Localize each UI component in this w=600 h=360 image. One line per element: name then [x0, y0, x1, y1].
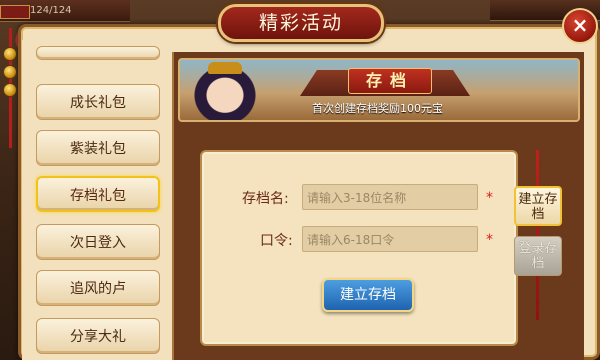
activity-sidebar: 成长礼包 紫装礼包 存档礼包 次日登入 追风的卢 分享大礼: [22, 40, 172, 360]
banner-subtitle: 首次创建存档奖励100元宝: [312, 102, 443, 115]
gold-bead-icon: [4, 66, 16, 78]
tab-create-save[interactable]: 建立存档: [514, 186, 562, 226]
sidebar-item-dilu-horse[interactable]: 追风的卢: [36, 270, 160, 306]
save-name-label: 存档名:: [242, 191, 289, 207]
tab-login-save[interactable]: 登录存档: [514, 236, 562, 276]
hp-text: 124/124: [30, 5, 72, 16]
sidebar-item-share-gift[interactable]: 分享大礼: [36, 318, 160, 354]
dialog-title: 精彩活动: [218, 4, 384, 42]
close-button[interactable]: ×: [562, 8, 598, 44]
required-mark: *: [486, 232, 493, 248]
create-save-form: 存档名: 请输入3-18位名称 * 口令: 请输入6-18口令 * 建立存档: [200, 150, 518, 346]
crown-icon: [208, 62, 242, 74]
required-mark: *: [486, 190, 493, 206]
password-label: 口令:: [260, 233, 293, 249]
sidebar-item-purple-pack[interactable]: 紫装礼包: [36, 130, 160, 166]
save-banner: 存档 首次创建存档奖励100元宝: [178, 58, 580, 122]
red-rope-right: [536, 150, 539, 320]
player-hp-bar: 124/124: [0, 0, 130, 22]
hp-bar-fill: [0, 5, 30, 19]
gold-bead-icon: [4, 84, 16, 96]
password-input[interactable]: 请输入6-18口令: [302, 226, 478, 252]
sidebar-item-partial[interactable]: [36, 46, 160, 60]
banner-title: 存档: [348, 68, 432, 94]
save-name-input[interactable]: 请输入3-18位名称: [302, 184, 478, 210]
sidebar-item-growth-pack[interactable]: 成长礼包: [36, 84, 160, 120]
sidebar-item-next-day-login[interactable]: 次日登入: [36, 224, 160, 260]
sidebar-item-save-pack[interactable]: 存档礼包: [36, 176, 160, 212]
gold-bead-icon: [4, 48, 16, 60]
create-save-button[interactable]: 建立存档: [322, 278, 414, 312]
